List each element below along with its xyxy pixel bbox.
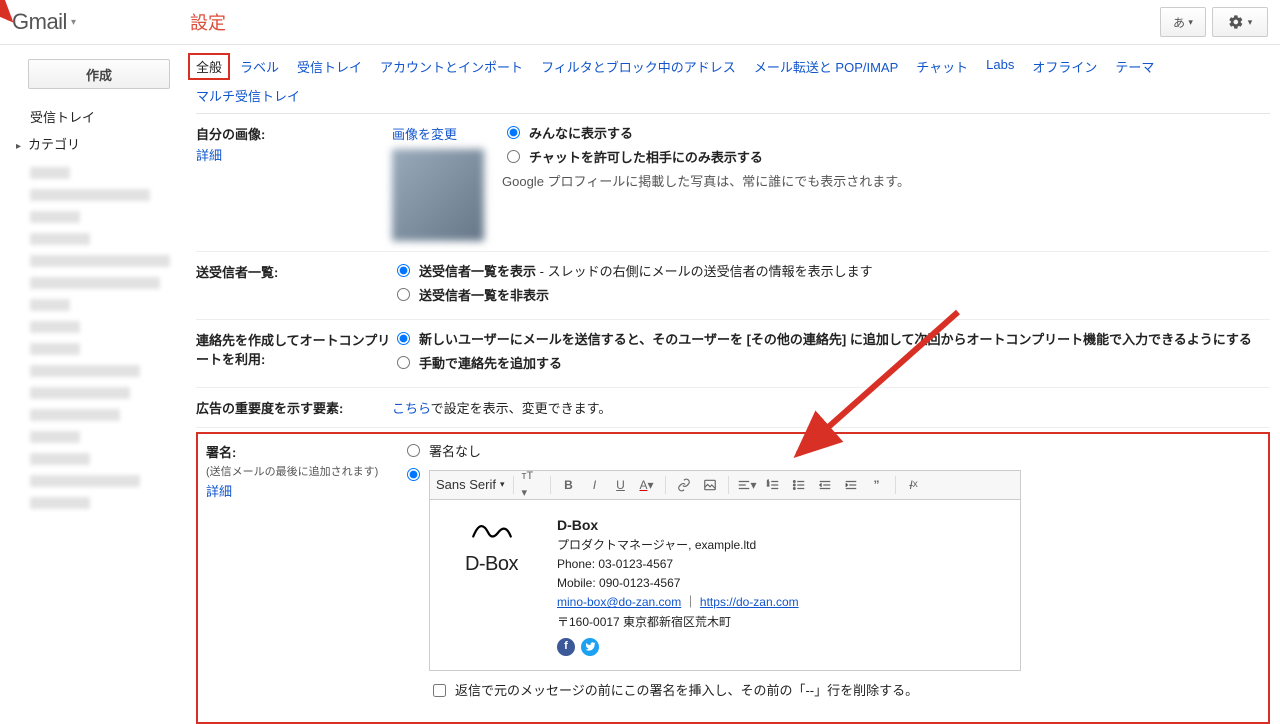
sidebar-item-inbox[interactable]: 受信トレイ bbox=[6, 103, 196, 130]
topbar: Gmail ▾ 設定 あ ▾ ▾ bbox=[0, 0, 1280, 45]
tab-accounts-import[interactable]: アカウントとインポート bbox=[380, 57, 523, 76]
facebook-icon[interactable]: f bbox=[557, 638, 575, 656]
tab-filters-blocked[interactable]: フィルタとブロック中のアドレス bbox=[541, 57, 736, 76]
change-image-link[interactable]: 画像を変更 bbox=[392, 127, 457, 142]
section-label: 自分の画像: 詳細 bbox=[196, 124, 392, 164]
svg-text:2: 2 bbox=[767, 483, 769, 487]
radio-use-signature[interactable] bbox=[407, 468, 420, 481]
sidebar-blurred-items bbox=[30, 167, 156, 509]
numbered-list-btn[interactable]: 12 bbox=[763, 475, 783, 495]
section-signature: 署名: (送信メールの最後に追加されます) 詳細 署名なし Sans Serif… bbox=[206, 442, 1260, 714]
image-btn[interactable] bbox=[700, 475, 720, 495]
section-ads: 広告の重要度を示す要素: こちらで設定を表示、変更できます。 bbox=[196, 388, 1270, 428]
gmail-logo-text: Gmail bbox=[12, 9, 67, 35]
ads-settings-link[interactable]: こちら bbox=[392, 401, 431, 416]
ime-button[interactable]: あ ▾ bbox=[1160, 7, 1206, 37]
section-people-widget: 送受信者一覧: 送受信者一覧を表示 - スレッドの右側にメールの送受信者の情報を… bbox=[196, 252, 1270, 320]
insert-signature-checkbox-row[interactable]: 返信で元のメッセージの前にこの署名を挿入し、その前の「--」行を削除する。 bbox=[429, 681, 1021, 701]
gmail-logo[interactable]: Gmail ▾ bbox=[12, 9, 190, 35]
radio-people-hide[interactable]: 送受信者一覧を非表示 bbox=[392, 286, 1270, 306]
section-label: 署名: (送信メールの最後に追加されます) 詳細 bbox=[206, 442, 402, 500]
radio-show-chat-only[interactable]: チャットを許可した相手にのみ表示する bbox=[502, 148, 910, 168]
bold-btn[interactable]: B bbox=[559, 475, 579, 495]
clear-format-btn[interactable]: Ix bbox=[904, 475, 924, 495]
radio-auto-add[interactable]: 新しいユーザーにメールを送信すると、そのユーザーを [その他の連絡先] に追加し… bbox=[392, 330, 1270, 350]
section-profile-image: 自分の画像: 詳細 画像を変更 みんなに表示する チャットを許可した相手にのみ表… bbox=[196, 114, 1270, 252]
tab-offline[interactable]: オフライン bbox=[1032, 57, 1097, 76]
quote-btn[interactable]: ” bbox=[867, 475, 887, 495]
topbar-right: あ ▾ ▾ bbox=[1160, 7, 1268, 37]
profile-thumbnail bbox=[392, 149, 484, 241]
radio-manual-add[interactable]: 手動で連絡先を追加する bbox=[392, 354, 1270, 374]
settings-gear-button[interactable]: ▾ bbox=[1212, 7, 1268, 37]
section-autocomplete: 連絡先を作成してオートコンプリートを利用: 新しいユーザーにメールを送信すると、… bbox=[196, 320, 1270, 388]
gear-icon bbox=[1228, 14, 1244, 30]
tab-multi-inbox[interactable]: マルチ受信トレイ bbox=[196, 86, 306, 105]
wave-icon bbox=[444, 514, 539, 550]
font-size-btn[interactable]: тT ▾ bbox=[522, 475, 542, 495]
radio-show-all[interactable]: みんなに表示する bbox=[502, 124, 910, 144]
radio-people-show[interactable]: 送受信者一覧を表示 - スレッドの右側にメールの送受信者の情報を表示します bbox=[392, 262, 1270, 282]
align-btn[interactable]: ▾ bbox=[737, 475, 757, 495]
page-title: 設定 bbox=[190, 9, 226, 35]
text-color-btn[interactable]: A▾ bbox=[637, 475, 657, 495]
insert-signature-checkbox[interactable] bbox=[433, 684, 446, 697]
italic-btn[interactable]: I bbox=[585, 475, 605, 495]
indent-more-btn[interactable] bbox=[841, 475, 861, 495]
profile-note: Google プロフィールに掲載した写真は、常に誰にでも表示されます。 bbox=[502, 171, 910, 190]
detail-link[interactable]: 詳細 bbox=[196, 145, 392, 164]
editor-body[interactable]: D-Box D-Box プロダクトマネージャー, example.ltd Pho… bbox=[430, 500, 1020, 670]
bullet-list-btn[interactable] bbox=[789, 475, 809, 495]
tab-chat[interactable]: チャット bbox=[916, 57, 968, 76]
tab-general[interactable]: 全般 bbox=[188, 53, 230, 80]
signature-email-link[interactable]: mino-box@do-zan.com bbox=[557, 595, 681, 609]
signature-social: f bbox=[557, 638, 799, 656]
signature-detail-link[interactable]: 詳細 bbox=[206, 481, 402, 500]
compose-button[interactable]: 作成 bbox=[28, 59, 170, 89]
main: 作成 受信トレイ カテゴリ 全般 bbox=[0, 45, 1280, 724]
signature-details: D-Box プロダクトマネージャー, example.ltd Phone: 03… bbox=[557, 514, 799, 656]
tab-forwarding-pop-imap[interactable]: メール転送と POP/IMAP bbox=[754, 57, 898, 76]
sidebar-item-categories[interactable]: カテゴリ bbox=[6, 130, 196, 157]
indent-less-btn[interactable] bbox=[815, 475, 835, 495]
settings-tabs: 全般 ラベル 受信トレイ アカウントとインポート フィルタとブロック中のアドレス… bbox=[196, 45, 1270, 114]
underline-btn[interactable]: U bbox=[611, 475, 631, 495]
section-signature-highlight: 署名: (送信メールの最後に追加されます) 詳細 署名なし Sans Serif… bbox=[196, 432, 1270, 724]
signature-url-link[interactable]: https://do-zan.com bbox=[700, 595, 799, 609]
sidebar: 作成 受信トレイ カテゴリ bbox=[0, 45, 196, 724]
caret-down-icon: ▾ bbox=[71, 17, 76, 28]
editor-toolbar: Sans Serif▾ тT ▾ B I U A▾ bbox=[430, 471, 1020, 500]
tab-themes[interactable]: テーマ bbox=[1115, 57, 1154, 76]
tab-labels[interactable]: ラベル bbox=[240, 57, 279, 76]
twitter-icon[interactable] bbox=[581, 638, 599, 656]
tab-inbox[interactable]: 受信トレイ bbox=[297, 57, 362, 76]
tab-labs[interactable]: Labs bbox=[986, 57, 1014, 76]
radio-no-signature[interactable]: 署名なし bbox=[402, 442, 1260, 462]
signature-logo: D-Box bbox=[444, 514, 539, 656]
section-body: 画像を変更 みんなに表示する チャットを許可した相手にのみ表示する Google… bbox=[392, 124, 1270, 241]
font-select[interactable]: Sans Serif▾ bbox=[436, 475, 505, 495]
content: 全般 ラベル 受信トレイ アカウントとインポート フィルタとブロック中のアドレス… bbox=[196, 45, 1280, 724]
link-btn[interactable] bbox=[674, 475, 694, 495]
signature-editor: Sans Serif▾ тT ▾ B I U A▾ bbox=[429, 470, 1021, 671]
